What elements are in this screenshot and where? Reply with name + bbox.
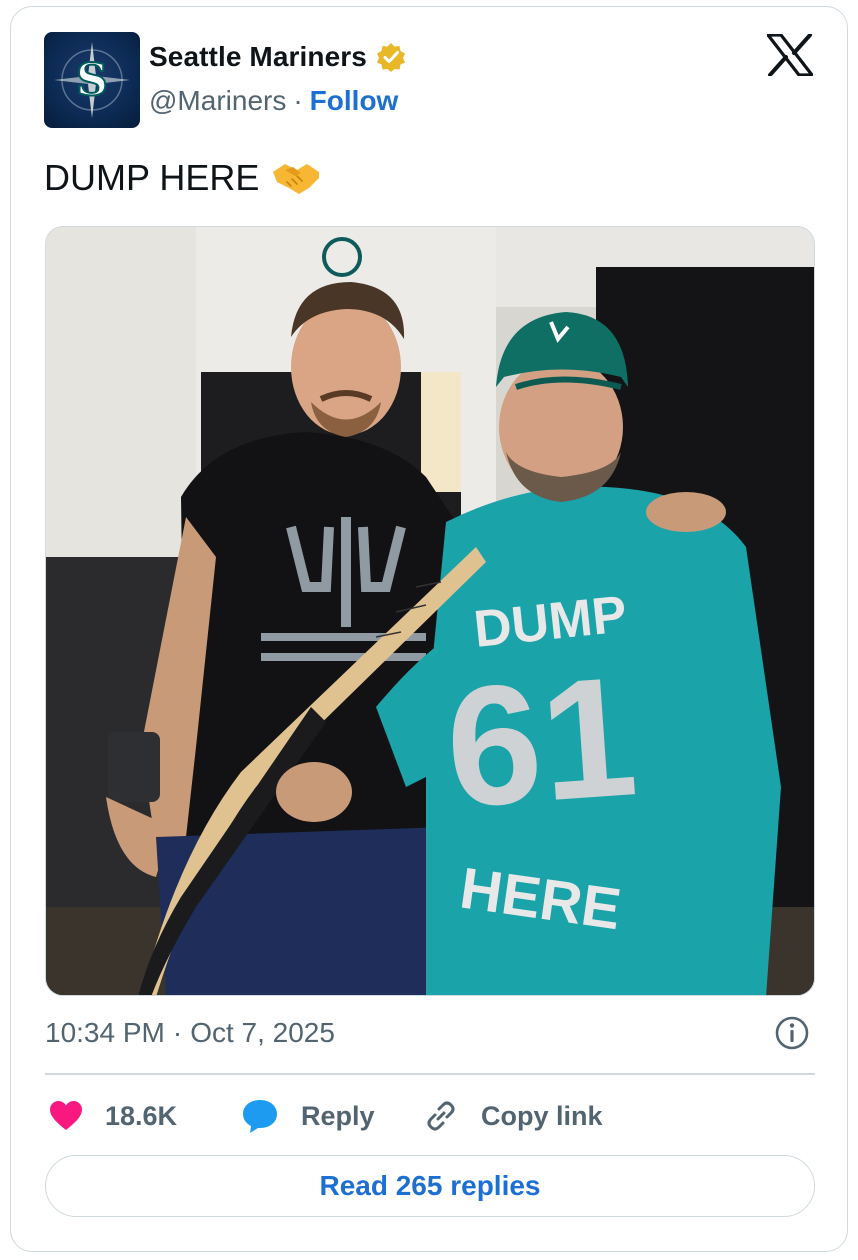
- post-time[interactable]: 10:34 PM: [45, 1017, 165, 1049]
- like-count: 18.6K: [105, 1100, 178, 1131]
- follow-button[interactable]: Follow: [310, 85, 399, 117]
- x-logo-icon[interactable]: [767, 34, 813, 76]
- info-icon[interactable]: [774, 1015, 810, 1051]
- copy-link-button[interactable]: Copy link: [423, 1094, 603, 1138]
- verified-badge-icon: [376, 43, 405, 72]
- reply-label: Reply: [301, 1100, 375, 1131]
- tweet-photo[interactable]: DUMP 61 HERE: [45, 226, 815, 996]
- tweet-text: DUMP HERE: [44, 157, 260, 198]
- tweet-card: S Seattle Mariners @Mariners · Follow DU…: [10, 6, 848, 1252]
- avatar[interactable]: S: [44, 32, 140, 128]
- author-name[interactable]: Seattle Mariners: [149, 41, 367, 73]
- reply-button[interactable]: Reply: [241, 1094, 375, 1138]
- divider: [45, 1073, 815, 1075]
- author-handle[interactable]: @Mariners: [149, 85, 286, 117]
- photo-two-men-holding-bat-icon: DUMP 61 HERE: [46, 227, 814, 995]
- action-bar: 18.6K Reply Copy link: [49, 1094, 809, 1138]
- reply-bubble-icon: [243, 1100, 277, 1133]
- svg-text:61: 61: [440, 641, 642, 844]
- post-date[interactable]: Oct 7, 2025: [190, 1017, 335, 1049]
- separator-dot: ·: [293, 85, 303, 116]
- copy-link-label: Copy link: [481, 1100, 603, 1131]
- separator-dot: ·: [172, 1017, 183, 1048]
- like-button[interactable]: 18.6K: [49, 1094, 177, 1138]
- link-icon: [427, 1101, 455, 1131]
- svg-text:S: S: [76, 55, 108, 106]
- heart-icon: [50, 1101, 82, 1130]
- handshake-emoji-icon: [273, 164, 320, 194]
- read-replies-label: Read 265 replies: [319, 1170, 541, 1201]
- read-replies-button[interactable]: Read 265 replies: [45, 1155, 815, 1217]
- mariners-logo-icon: S: [54, 42, 130, 118]
